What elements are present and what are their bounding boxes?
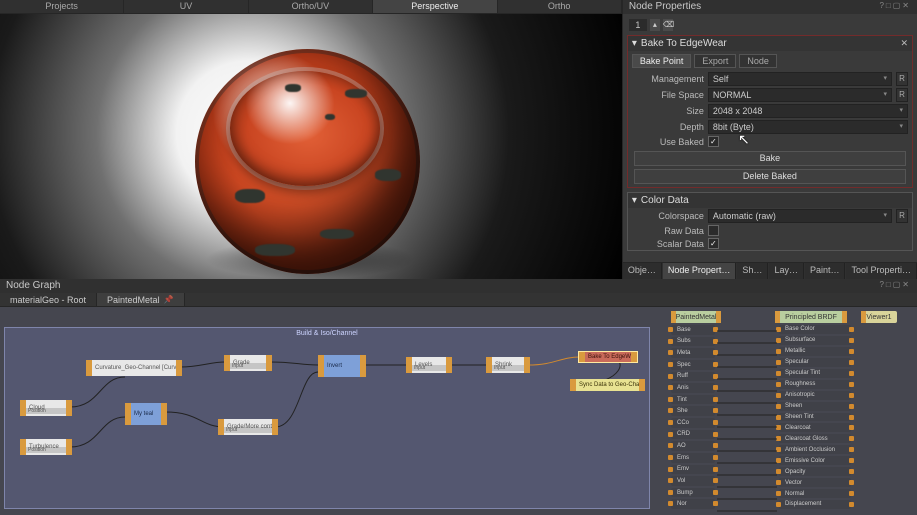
viewport-3d[interactable] [0,14,622,279]
node-mixteal[interactable]: My teal [125,403,167,425]
size-dropdown[interactable]: 2048 x 2048▾ [708,104,908,118]
chevron-down-icon[interactable]: ▾ [632,195,637,206]
shader-viewer[interactable]: Viewer1 [861,311,897,323]
ngtab-root[interactable]: materialGeo - Root [0,293,97,306]
tab-ortho[interactable]: Ortho [498,0,622,13]
panel-window-controls[interactable]: ?□▢✕ [879,280,911,292]
rptab-objects[interactable]: Obje… [623,263,662,279]
colorspace-reset[interactable]: R [896,209,908,223]
node-curvature[interactable]: Curvature_Geo-Channel [Curvature] [86,360,182,376]
rptab-paint[interactable]: Paint… [805,263,846,279]
bake-button[interactable]: Bake [634,151,906,166]
tab-perspective[interactable]: Perspective [373,0,497,13]
management-label: Management [632,74,704,84]
viewport-tab-bar: Projects UV Ortho/UV Perspective Ortho [0,0,622,14]
bake-group: ▾ Bake To EdgeWear ✕ Bake Point Export N… [627,35,913,188]
colorspace-dropdown[interactable]: Automatic (raw)▾ [708,209,892,223]
ngtab-paintedmetal[interactable]: PaintedMetal📌 [97,293,185,306]
filespace-dropdown[interactable]: NORMAL▾ [708,88,892,102]
right-panel-tab-bar: Obje… Node Propert… Sh… Lay… Paint… Tool… [623,262,917,279]
nodegraph-title: Node Graph [6,280,60,292]
property-index-stepper[interactable]: 1 ▴ ⌫ [629,19,913,31]
management-reset[interactable]: R [896,72,908,86]
node-cloud[interactable]: Cloud Position [20,400,72,416]
tab-projects[interactable]: Projects [0,0,124,13]
usebaked-label: Use Baked [632,137,704,147]
node-shrink[interactable]: Shrink Input [486,357,530,373]
node-bake-edgewear[interactable]: Bake To EdgeWear [578,351,638,363]
stepper-up[interactable]: ▴ [650,19,660,31]
scalardata-checkbox[interactable]: ✓ [708,238,719,249]
scalardata-label: Scalar Data [632,239,704,249]
rawdata-checkbox[interactable] [708,225,719,236]
rptab-tool-properties[interactable]: Tool Properti… [846,263,917,279]
tab-uv[interactable]: UV [124,0,248,13]
close-icon[interactable]: ✕ [900,38,908,49]
shader-block: BaseSubsMetaSpecRuffAnisTintSheCCoCRDAOE… [671,325,911,509]
chevron-down-icon[interactable]: ▾ [632,38,637,49]
node-properties-panel: Node Properties ?□▢✕ 1 ▴ ⌫ ▾ Bake To Edg… [622,0,917,279]
stepper-clear[interactable]: ⌫ [663,19,673,31]
subtab-bake-point[interactable]: Bake Point [632,54,692,68]
subtab-export[interactable]: Export [694,54,736,68]
stepper-value[interactable]: 1 [629,19,647,31]
panel-window-controls[interactable]: ?□▢✕ [879,1,911,13]
rptab-layers[interactable]: Lay… [769,263,804,279]
node-properties-title: Node Properties [629,1,701,13]
size-label: Size [632,106,704,116]
bake-group-title: Bake To EdgeWear [641,38,727,49]
nodegraph-canvas[interactable]: Build & Iso/Channel Curvature_Geo-Channe… [0,307,917,515]
node-invert[interactable]: Invert [318,355,366,377]
filespace-label: File Space [632,90,704,100]
filespace-reset[interactable]: R [896,88,908,102]
usebaked-checkbox[interactable]: ✓ [708,136,719,147]
pin-icon[interactable]: 📌 [164,293,174,307]
rawdata-label: Raw Data [632,226,704,236]
management-dropdown[interactable]: Self▾ [708,72,892,86]
node-turbulence[interactable]: Turbulence Position [20,439,72,455]
tab-orthouv[interactable]: Ortho/UV [249,0,373,13]
shader-header-brdf[interactable]: Principled BRDF [775,311,847,323]
subtab-node[interactable]: Node [739,54,777,68]
rptab-shaders[interactable]: Sh… [737,263,768,279]
colordata-title: Color Data [641,195,689,206]
colorspace-label: Colorspace [632,211,704,221]
delete-baked-button[interactable]: Delete Baked [634,169,906,184]
depth-dropdown[interactable]: 8bit (Byte)▾ [708,120,908,134]
node-sync-geochannel[interactable]: Sync Data to Geo-Channel [570,379,645,391]
shader-header-material[interactable]: PaintedMetal [671,311,721,323]
node-grade-more-contrast[interactable]: Grade/More contrast Input [218,419,278,435]
node-levels[interactable]: Levels Input [406,357,452,373]
colordata-group: ▾ Color Data Colorspace Automatic (raw)▾… [627,192,913,251]
node-grade[interactable]: Grade Input [224,355,272,371]
rptab-node-properties[interactable]: Node Propert… [663,263,737,279]
depth-label: Depth [632,122,704,132]
